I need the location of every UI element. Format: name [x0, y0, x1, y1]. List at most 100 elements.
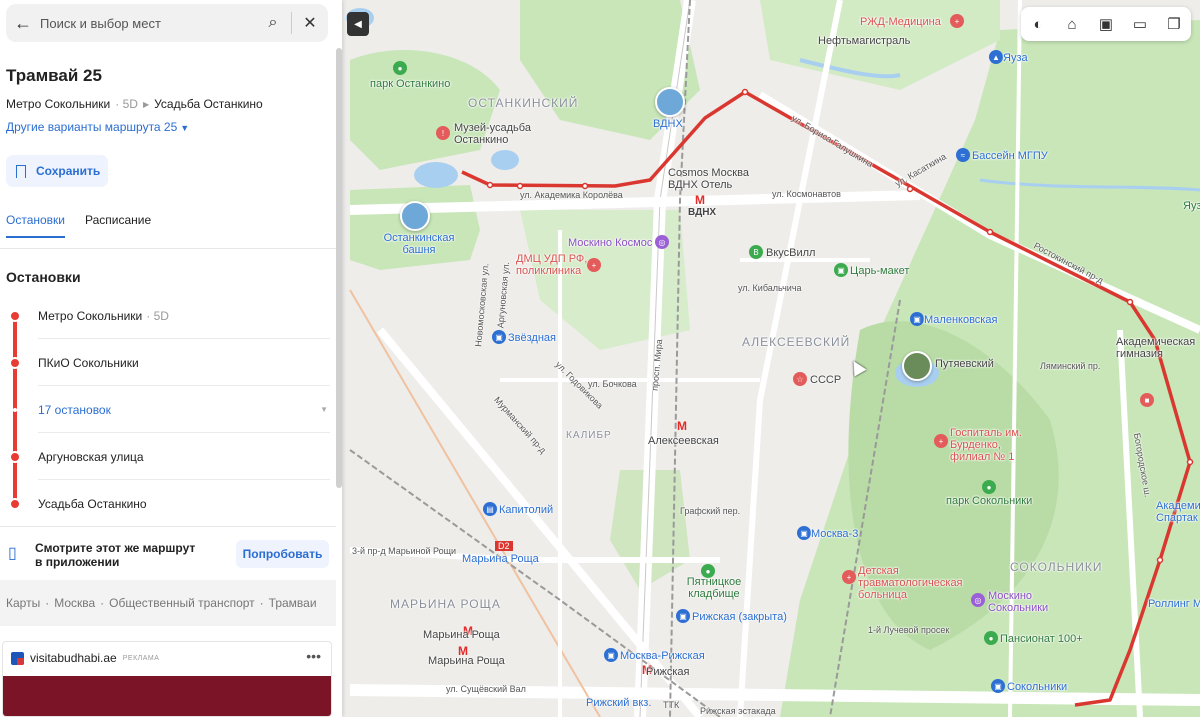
vkusvill-pin[interactable]: В — [749, 245, 763, 259]
map-label: парк Останкино — [370, 78, 451, 90]
metro-alekseev-icon[interactable]: M — [675, 419, 689, 433]
rizh-zakr-pin[interactable]: ▣ — [676, 609, 690, 623]
tram-stop-pin[interactable]: ■ — [1140, 393, 1154, 407]
district-label: ОСТАНКИНСКИЙ — [468, 96, 579, 110]
stop-item[interactable]: Метро Сокольники · 5D — [0, 292, 336, 339]
tab-stops[interactable]: Остановки — [6, 213, 65, 238]
malenk-pin[interactable]: ▣ — [910, 312, 924, 326]
kapitoliy-pin[interactable]: ▤ — [483, 502, 497, 516]
sokolniki-m-pin[interactable]: ▣ — [991, 679, 1005, 693]
back-arrow-icon[interactable]: ← — [6, 13, 40, 34]
search-icon[interactable]: ⌕ — [255, 4, 291, 42]
vdnh-badge[interactable] — [655, 87, 685, 117]
map-label: Останкинская башня — [383, 232, 455, 256]
gosp-pin[interactable]: + — [934, 434, 948, 448]
breadcrumb-separator: · — [259, 596, 264, 610]
stop-item[interactable]: Усадьба Останкино — [0, 480, 336, 527]
map-label: Академическая гимназия — [1116, 336, 1196, 360]
park-sok-pin[interactable]: ● — [982, 480, 996, 494]
route-to: Усадьба Останкино — [154, 97, 263, 111]
advertiser-logo-icon — [11, 651, 24, 665]
route-variants-label: Другие варианты маршрута 25 — [6, 120, 178, 134]
sssr-pin[interactable]: ☆ — [793, 372, 807, 386]
try-app-button[interactable]: Попробовать — [236, 540, 329, 568]
map-label: ВДНХ — [653, 118, 683, 130]
map-label: Пансионат 100+ — [1000, 633, 1083, 645]
map-label: Звёздная — [508, 332, 556, 344]
tabs: Остановки Расписание — [6, 213, 151, 238]
phone-icon: ▯ — [8, 545, 17, 562]
stop-item[interactable]: ПКиО Сокольники — [0, 339, 336, 386]
breadcrumb-item[interactable]: Карты — [6, 596, 40, 610]
ad-header: visitabudhabi.ae РЕКЛАМА — [3, 642, 331, 674]
breadcrumb-item[interactable]: Москва — [54, 596, 95, 610]
map-label: Сокольники — [1007, 681, 1068, 693]
map-label: ВДНХ — [688, 207, 717, 218]
mosk-rizh-pin[interactable]: ▣ — [604, 648, 618, 662]
map-label: Яуза — [1003, 52, 1028, 64]
park-pin[interactable]: ● — [393, 61, 407, 75]
rzd-pin[interactable]: + — [950, 14, 964, 28]
map-label: Маленковская — [924, 314, 998, 326]
map-label: Марьина Роща — [462, 553, 539, 565]
street-label: 1-й Лучевой просек — [868, 625, 950, 635]
stop-dot-icon — [9, 356, 21, 369]
metro-vdnh-icon[interactable]: M — [693, 193, 707, 207]
map-label: Яуза — [1183, 200, 1200, 212]
tsar-pin[interactable]: ▣ — [834, 263, 848, 277]
stop-item[interactable]: Аргуновская улица — [0, 433, 336, 480]
expand-stops-item[interactable]: 17 остановок ▼ — [0, 386, 336, 433]
ad-banner[interactable] — [3, 676, 331, 716]
camera-icon[interactable]: ▣ — [1095, 13, 1117, 35]
putyaev-badge[interactable] — [902, 351, 932, 381]
yauza-pin[interactable]: ▲ — [989, 50, 1003, 64]
save-button[interactable]: Сохранить — [6, 155, 108, 187]
map-label: Рижская (закрыта) — [692, 611, 787, 623]
street-label: ул. Сущёвский Вал — [446, 684, 526, 694]
map-style-icon[interactable]: ❐ — [1163, 13, 1185, 35]
stop-name: Аргуновская улица — [38, 449, 144, 464]
scrollbar[interactable] — [336, 48, 342, 488]
more-options-icon[interactable]: ••• — [306, 648, 321, 664]
bus-icon[interactable]: ▭ — [1129, 13, 1151, 35]
det-bol-pin[interactable]: + — [842, 570, 856, 584]
museum-pin[interactable]: ! — [436, 126, 450, 140]
street-label: ул. Кибальчича — [738, 283, 802, 293]
breadcrumb-item[interactable]: Трамваи — [269, 596, 317, 610]
pansionat-pin[interactable]: ● — [984, 631, 998, 645]
breadcrumb-item[interactable]: Общественный транспорт — [109, 596, 255, 610]
stops-heading: Остановки — [6, 269, 81, 285]
street-label: ул. Космонавтов — [772, 189, 841, 199]
search-bar: ← ⌕ ✕ — [6, 4, 328, 42]
panorama-icon[interactable]: ⌂ — [1061, 13, 1083, 35]
route-variants-link[interactable]: Другие варианты маршрута 25 ▼ — [6, 120, 189, 134]
bookmark-icon — [16, 164, 26, 178]
map-label: парк Сокольники — [946, 495, 1033, 507]
map-label: Москино Космос — [568, 237, 653, 249]
map-label: Бассейн МГПУ — [972, 150, 1048, 162]
layers-icon[interactable]: ◐ — [1027, 13, 1049, 35]
map-label: Царь-макет — [850, 265, 910, 277]
tab-schedule[interactable]: Расписание — [85, 213, 151, 238]
basein-pin[interactable]: ≈ — [956, 148, 970, 162]
map-label: Нефтьмагистраль — [818, 35, 911, 47]
stops-list: Метро Сокольники · 5D ПКиО Сокольники 17… — [0, 292, 336, 527]
map-label: Рижский вкз. — [586, 697, 652, 709]
route-from: Метро Сокольники — [6, 97, 111, 111]
app-promo: ▯ Смотрите этот же маршрут в приложении … — [0, 530, 336, 580]
route-from-exit: · 5D — [115, 97, 138, 111]
search-input[interactable] — [40, 15, 255, 31]
map-label: Пятницкое кладбище — [686, 576, 742, 600]
zvezd-pin[interactable]: ▣ — [492, 330, 506, 344]
map-label: Путяевский — [935, 358, 994, 370]
close-icon[interactable]: ✕ — [292, 4, 328, 42]
map-label: Москва-Рижская — [620, 650, 705, 662]
map-label: Академия Спартак — [1156, 500, 1200, 524]
map-label: Марьина Роща — [428, 655, 505, 667]
moskva3-pin[interactable]: ▣ — [797, 526, 811, 540]
tower-badge[interactable] — [400, 201, 430, 231]
mosk-cosmos-pin[interactable]: ◎ — [655, 235, 669, 249]
ad-card[interactable]: visitabudhabi.ae РЕКЛАМА ••• — [2, 641, 332, 717]
moskino-sok-pin[interactable]: ◎ — [971, 593, 985, 607]
collapse-panel-button[interactable]: ◀ — [347, 12, 369, 36]
